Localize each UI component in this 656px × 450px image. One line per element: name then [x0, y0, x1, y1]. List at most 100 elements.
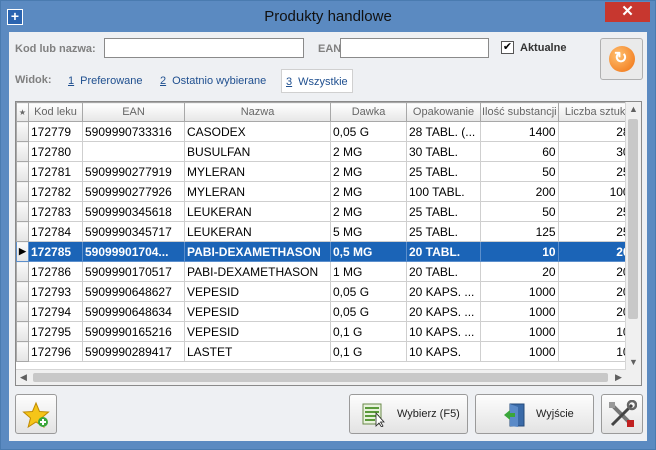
cell-ean: 5909990277926: [82, 181, 185, 202]
cell-dawka: 0,05 G: [330, 121, 407, 142]
cell-opakowanie: 28 TABL. (...: [406, 121, 481, 142]
column-header-dawka[interactable]: Dawka: [330, 102, 407, 122]
view-label: Widok:: [15, 74, 52, 86]
table-row[interactable]: 172784 5909990345717 LEUKERAN 5 MG 25 TABL. 1…: [16, 221, 633, 242]
close-button[interactable]: ✕: [605, 2, 650, 22]
tab-label: Wszystkie: [298, 76, 348, 88]
cell-ean: 5909990345717: [82, 221, 185, 242]
tab-wszystkie[interactable]: 3 Wszystkie: [281, 69, 353, 93]
cell-dawka: 1 MG: [330, 261, 407, 282]
column-header-ilosc[interactable]: Ilość substancji: [480, 102, 559, 122]
grid-header-row: ★ Kod leku EAN Nazwa Dawka Opakowanie Il…: [16, 102, 633, 122]
select-button[interactable]: Wybierz (F5): [349, 394, 468, 434]
cell-opakowanie: 25 TABL.: [406, 201, 481, 222]
cell-opakowanie: 30 TABL.: [406, 141, 481, 162]
tab-number: 1: [68, 75, 75, 87]
kod-input[interactable]: [104, 38, 304, 58]
vertical-scrollbar[interactable]: ▲ ▼: [625, 102, 641, 370]
row-indicator[interactable]: [16, 281, 29, 302]
scroll-corner: [626, 370, 641, 385]
aktualne-checkbox[interactable]: ✔: [501, 41, 514, 54]
cell-liczba: 20: [557, 281, 633, 302]
cell-dawka: 0,1 G: [330, 341, 407, 362]
scroll-right-icon[interactable]: ▶: [611, 370, 626, 385]
title-bar[interactable]: + Produkty handlowe ✕: [1, 1, 655, 31]
cell-ilosc: 20: [480, 261, 559, 282]
cell-ean: 5909990289417: [82, 341, 185, 362]
cell-opakowanie: 10 KAPS.: [406, 341, 481, 362]
tools-icon: [609, 400, 637, 427]
tab-label: Preferowane: [80, 75, 143, 87]
exit-door-icon: [504, 403, 525, 427]
row-indicator[interactable]: [16, 181, 29, 202]
tab-ostatnio-wybierane[interactable]: 2 Ostatnio wybierane: [156, 69, 270, 93]
cell-ean: 59099901704...: [82, 241, 185, 262]
row-indicator[interactable]: [16, 121, 29, 142]
column-header-nazwa[interactable]: Nazwa: [184, 102, 331, 122]
row-indicator[interactable]: ▶: [16, 241, 29, 262]
cell-nazwa: MYLERAN: [184, 161, 331, 182]
scroll-down-icon[interactable]: ▼: [626, 355, 641, 370]
cell-opakowanie: 20 TABL.: [406, 241, 481, 262]
cell-liczba: 25: [557, 221, 633, 242]
table-row[interactable]: 172786 5909990170517 PABI-DEXAMETHASON 1 MG…: [16, 261, 633, 282]
horizontal-scrollbar[interactable]: ◀ ▶: [16, 369, 626, 385]
cell-ilosc: 60: [480, 141, 559, 162]
ean-input[interactable]: [340, 38, 489, 58]
row-indicator[interactable]: [16, 341, 29, 362]
row-indicator[interactable]: [16, 161, 29, 182]
cell-liczba: 20: [557, 261, 633, 282]
cell-nazwa: CASODEX: [184, 121, 331, 142]
cell-nazwa: MYLERAN: [184, 181, 331, 202]
grid-corner-star-icon[interactable]: ★: [16, 102, 29, 122]
tab-preferowane[interactable]: 1 Preferowane: [64, 69, 147, 93]
table-row[interactable]: 172793 5909990648627 VEPESID 0,05 G 20 KAPS.…: [16, 281, 633, 302]
cell-kod: 172795: [28, 321, 83, 342]
vertical-scroll-thumb[interactable]: [628, 119, 638, 319]
table-row[interactable]: 172795 5909990165216 VEPESID 0,1 G 10 KAPS. …: [16, 321, 633, 342]
column-header-ean[interactable]: EAN: [82, 102, 185, 122]
row-indicator[interactable]: [16, 141, 29, 162]
table-row[interactable]: 172783 5909990345618 LEUKERAN 2 MG 25 TABL. 5…: [16, 201, 633, 222]
table-row[interactable]: 172781 5909990277919 MYLERAN 2 MG 25 TABL. 50…: [16, 161, 633, 182]
table-row[interactable]: 172796 5909990289417 LASTET 0,1 G 10 KAPS. 10…: [16, 341, 633, 362]
row-indicator[interactable]: [16, 301, 29, 322]
column-header-kod[interactable]: Kod leku: [28, 102, 83, 122]
table-row[interactable]: 172794 5909990648634 VEPESID 0,05 G 20 KAPS.…: [16, 301, 633, 322]
cell-kod: 172786: [28, 261, 83, 282]
column-header-liczba[interactable]: Liczba sztuk: [557, 102, 633, 122]
row-indicator[interactable]: [16, 221, 29, 242]
table-row[interactable]: ▶ 172785 59099901704... PABI-DEXAMETHASON 0,…: [16, 241, 633, 262]
cell-ilosc: 1000: [480, 301, 559, 322]
horizontal-scroll-thumb[interactable]: [33, 373, 608, 382]
cell-ilosc: 10: [480, 241, 559, 262]
table-row[interactable]: 172780 BUSULFAN 2 MG 30 TABL. 60 30: [16, 141, 633, 162]
cell-ilosc: 50: [480, 201, 559, 222]
products-grid[interactable]: ★ Kod leku EAN Nazwa Dawka Opakowanie Il…: [15, 101, 642, 386]
table-row[interactable]: 172782 5909990277926 MYLERAN 2 MG 100 TABL. 2…: [16, 181, 633, 202]
cell-nazwa: VEPESID: [184, 301, 331, 322]
cell-ean: 5909990648627: [82, 281, 185, 302]
list-select-icon: [362, 403, 385, 427]
cell-kod: 172781: [28, 161, 83, 182]
cell-nazwa: LEUKERAN: [184, 201, 331, 222]
row-indicator[interactable]: [16, 321, 29, 342]
cell-dawka: 0,05 G: [330, 281, 407, 302]
row-indicator[interactable]: [16, 261, 29, 282]
favorite-button[interactable]: [15, 394, 57, 434]
cell-ilosc: 50: [480, 161, 559, 182]
cell-nazwa: PABI-DEXAMETHASON: [184, 241, 331, 262]
row-indicator[interactable]: [16, 201, 29, 222]
column-header-opakowanie[interactable]: Opakowanie: [406, 102, 481, 122]
cell-ean: 5909990345618: [82, 201, 185, 222]
tools-button[interactable]: [601, 394, 643, 434]
select-button-label: Wybierz (F5): [397, 408, 460, 420]
cell-liczba: 100: [557, 181, 633, 202]
scroll-left-icon[interactable]: ◀: [16, 370, 31, 385]
scroll-up-icon[interactable]: ▲: [626, 102, 641, 117]
refresh-button[interactable]: [600, 38, 643, 80]
table-row[interactable]: 172779 5909990733316 CASODEX 0,05 G 28 TABL.…: [16, 121, 633, 142]
cell-dawka: 0,1 G: [330, 321, 407, 342]
exit-button[interactable]: Wyjście: [475, 394, 594, 434]
cell-opakowanie: 20 KAPS. ...: [406, 301, 481, 322]
